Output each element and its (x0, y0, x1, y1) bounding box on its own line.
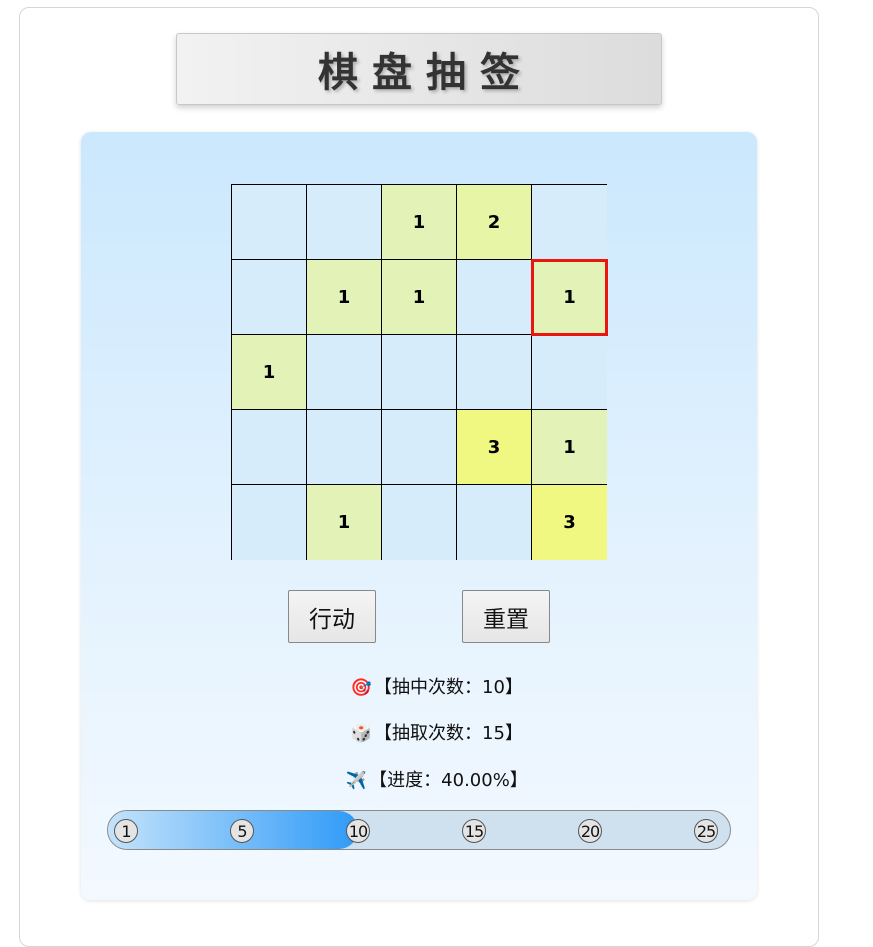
progress-marker: 20 (578, 819, 602, 843)
board-cell[interactable]: 1 (532, 410, 607, 485)
board-cell[interactable] (532, 185, 607, 260)
page-title: 棋盘抽签 (318, 50, 534, 96)
reset-button[interactable]: 重置 (462, 590, 550, 643)
board-cell[interactable] (382, 335, 457, 410)
progress-text: 【进度：40.00%】 (369, 770, 528, 791)
hit-count-text: 【抽中次数：10】 (374, 677, 523, 698)
title-banner: 棋盘抽签 (176, 33, 662, 105)
airplane-icon: ✈️ (345, 771, 367, 791)
progress-marker: 1 (114, 819, 138, 843)
board-cell[interactable]: 2 (457, 185, 532, 260)
board-cell[interactable] (307, 185, 382, 260)
board-cell[interactable] (382, 485, 457, 560)
draw-count-text: 【抽取次数：15】 (374, 723, 523, 744)
board-cell[interactable] (232, 410, 307, 485)
board-cell[interactable] (307, 410, 382, 485)
progress-stat: ✈️ 【进度：40.00%】 (0, 766, 873, 792)
progress-marker: 25 (694, 819, 718, 843)
board-cell[interactable] (307, 335, 382, 410)
dice-icon: 🎲 (350, 724, 372, 744)
board-cell[interactable]: 1 (382, 185, 457, 260)
board-cell[interactable]: 1 (531, 259, 608, 336)
board-cell[interactable]: 3 (532, 485, 607, 560)
board-cell[interactable] (457, 335, 532, 410)
board-cell[interactable] (382, 410, 457, 485)
board-cell[interactable] (457, 260, 532, 335)
board-cell[interactable] (532, 335, 607, 410)
board-cell[interactable]: 1 (307, 485, 382, 560)
action-button[interactable]: 行动 (288, 590, 376, 643)
progress-marker: 15 (462, 819, 486, 843)
board-cell[interactable] (232, 485, 307, 560)
progress-marker: 10 (346, 819, 370, 843)
board-cell[interactable]: 1 (232, 335, 307, 410)
progress-bar: 1 5 10 15 20 25 (107, 810, 731, 850)
board-cell[interactable]: 1 (307, 260, 382, 335)
board-cell[interactable] (457, 485, 532, 560)
board-cell[interactable]: 1 (382, 260, 457, 335)
progress-marker: 5 (230, 819, 254, 843)
chessboard-grid: 1211113113 (231, 184, 608, 560)
board-cell[interactable] (232, 260, 307, 335)
draw-count-stat: 🎲 【抽取次数：15】 (0, 719, 873, 745)
board-cell[interactable] (232, 185, 307, 260)
target-icon: 🎯 (350, 678, 372, 698)
hit-count-stat: 🎯 【抽中次数：10】 (0, 673, 873, 699)
board-cell[interactable]: 3 (457, 410, 532, 485)
